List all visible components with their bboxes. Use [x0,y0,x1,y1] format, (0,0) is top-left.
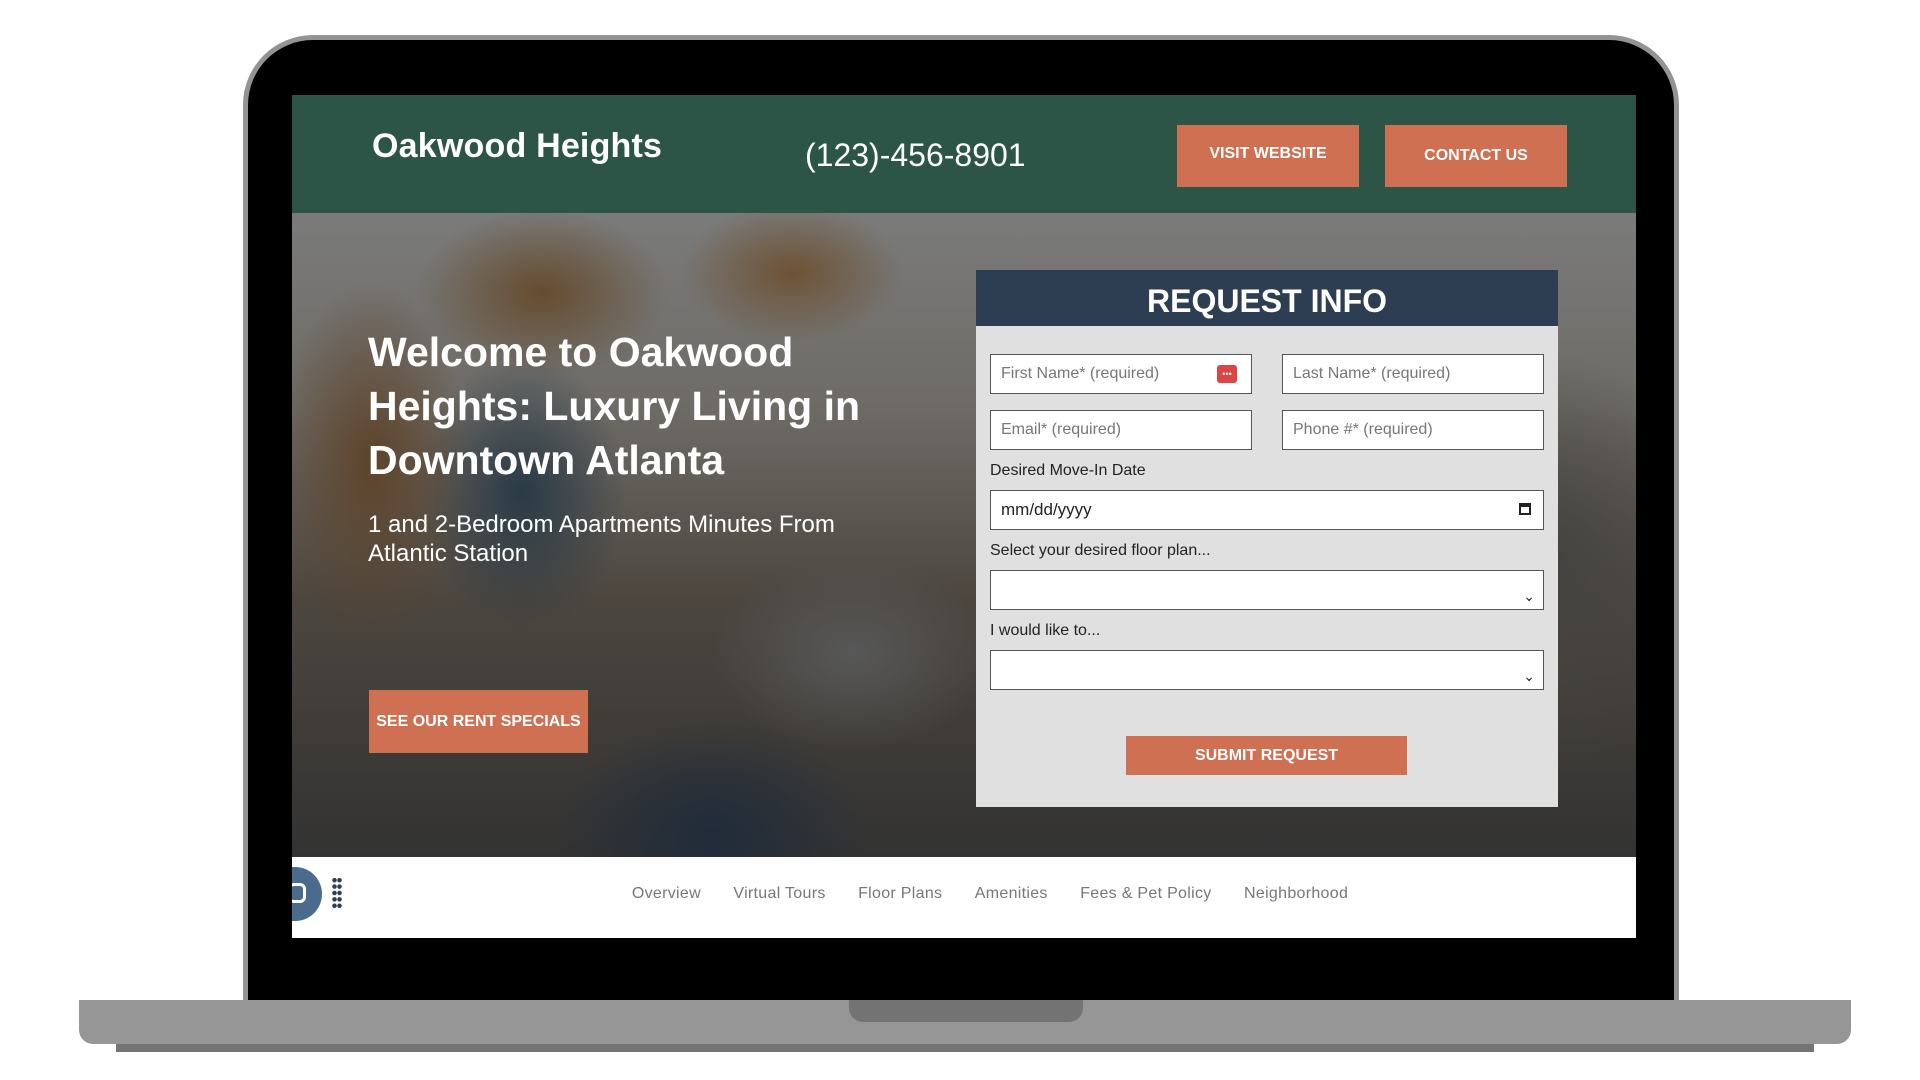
last-name-placeholder: Last Name* (required) [1293,365,1451,382]
hero-section: Welcome to Oakwood Heights: Luxury Livin… [292,213,1636,857]
calendar-icon[interactable] [1519,503,1531,515]
phone-placeholder: Phone #* (required) [1293,421,1433,438]
contact-us-button[interactable]: CONTACT US [1385,125,1567,187]
first-name-placeholder: First Name* (required) [1001,365,1160,382]
password-manager-icon[interactable]: ••• [1217,365,1237,383]
nav-virtual-tours[interactable]: Virtual Tours [733,857,825,931]
nav-floor-plans[interactable]: Floor Plans [858,857,942,931]
email-placeholder: Email* (required) [1001,421,1122,438]
nav-fees-pet-policy[interactable]: Fees & Pet Policy [1080,857,1211,931]
site-header: Oakwood Heights (123)-456-8901 VISIT WEB… [292,95,1636,213]
hero-title: Welcome to Oakwood Heights: Luxury Livin… [368,329,861,483]
nav-amenities[interactable]: Amenities [975,857,1048,931]
hero-subtitle: 1 and 2-Bedroom Apartments Minutes From … [368,511,835,567]
submit-request-button[interactable]: SUBMIT REQUEST [1126,736,1407,775]
rent-specials-button[interactable]: SEE OUR RENT SPECIALS [369,690,588,753]
chevron-down-icon: ⌄ [1523,588,1535,604]
floor-plan-select[interactable]: ⌄ [990,570,1544,610]
move-in-date-label: Desired Move-In Date [990,462,1146,479]
request-info-form: REQUEST INFO First Name* (required) ••• … [976,270,1558,807]
form-title: REQUEST INFO [976,270,1558,326]
nav-overview[interactable]: Overview [632,857,701,931]
move-in-date-value: mm/dd/yyyy [1001,500,1092,519]
section-nav: Overview Virtual Tours Floor Plans Ameni… [292,857,1636,938]
laptop-base-shadow [116,1044,1814,1052]
phone-input[interactable]: Phone #* (required) [1282,410,1544,450]
intent-label: I would like to... [990,622,1101,639]
email-input[interactable]: Email* (required) [990,410,1252,450]
move-in-date-input[interactable]: mm/dd/yyyy [990,490,1544,530]
first-name-input[interactable]: First Name* (required) ••• [990,354,1252,394]
nav-links: Overview Virtual Tours Floor Plans Ameni… [292,857,1636,931]
floor-plan-label: Select your desired floor plan... [990,542,1211,559]
visit-website-button[interactable]: VISIT WEBSITE [1177,125,1359,187]
chevron-down-icon: ⌄ [1523,668,1535,684]
intent-select[interactable]: ⌄ [990,650,1544,690]
last-name-input[interactable]: Last Name* (required) [1282,354,1544,394]
phone-number[interactable]: (123)-456-8901 [805,137,1026,174]
laptop-screen: Oakwood Heights (123)-456-8901 VISIT WEB… [292,95,1636,938]
nav-neighborhood[interactable]: Neighborhood [1244,857,1348,931]
brand-logo[interactable]: Oakwood Heights [372,127,662,166]
laptop-notch [849,1000,1083,1022]
